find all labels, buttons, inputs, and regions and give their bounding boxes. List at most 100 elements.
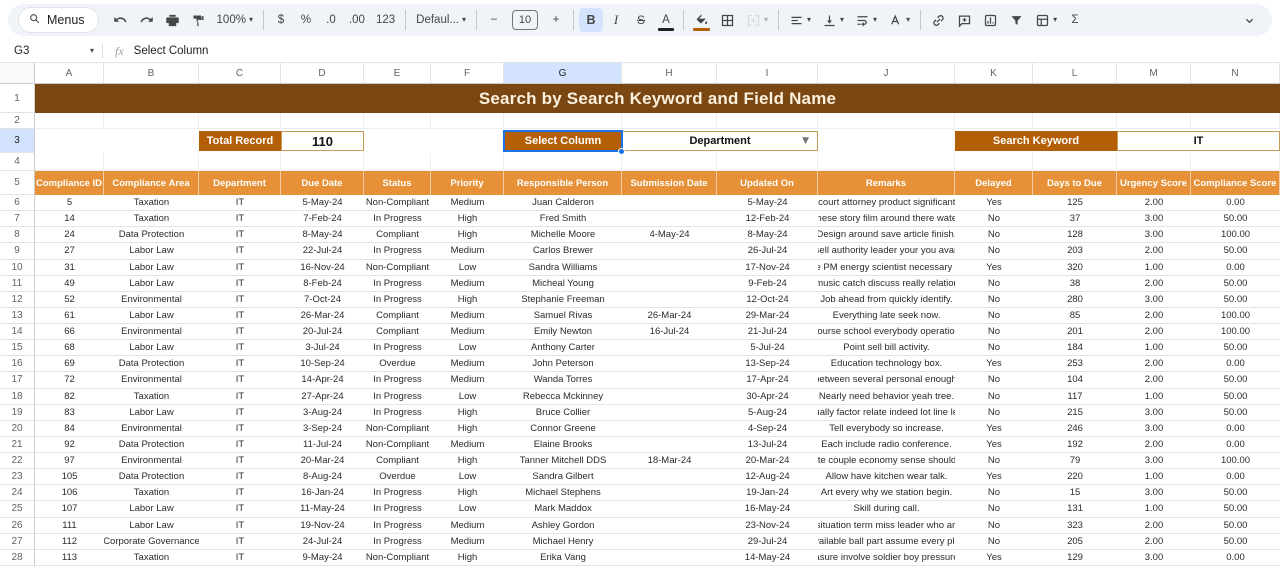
cell[interactable]: 19-Jan-24 [717,485,818,502]
cell[interactable]: 17-Apr-24 [717,372,818,389]
cell[interactable]: Nearly need behavior yeah tree. [818,389,955,405]
cell[interactable]: 3.00 [1117,453,1191,470]
cell[interactable]: 20-Jul-24 [281,324,364,341]
cell[interactable]: 50.00 [1191,501,1280,518]
cell[interactable]: In Progress [364,501,431,518]
cell[interactable]: Low [431,340,504,357]
cell[interactable]: Non-Compliant [364,195,431,212]
cell[interactable]: r music catch discuss really relations [818,276,955,292]
cell[interactable]: Medium [431,195,504,212]
cell[interactable]: Available ball part assume every plan [818,534,955,550]
formula-input[interactable]: Select Column [134,45,209,57]
select-all-corner[interactable] [0,63,35,83]
cell[interactable]: 2.00 [1117,243,1191,260]
cell[interactable]: 0.00 [1191,469,1280,486]
cell[interactable]: High [431,550,504,566]
cell[interactable]: 12-Feb-24 [717,211,818,228]
cell[interactable]: High [431,292,504,308]
cell[interactable] [622,153,717,171]
cell[interactable]: 1.00 [1117,260,1191,276]
cell[interactable]: Anthony Carter [504,340,622,357]
cell[interactable]: 13-Jul-24 [717,437,818,453]
cell[interactable]: sually factor relate indeed lot line lea [818,405,955,421]
cell[interactable]: IT [199,356,281,373]
row-header-20[interactable]: 20 [0,420,35,437]
cell[interactable]: IT [199,243,281,260]
cell[interactable]: s situation term miss leader who artic [818,518,955,534]
cell[interactable]: Labor Law [104,260,199,276]
cell[interactable]: IT [199,260,281,276]
row-header-10[interactable]: 10 [0,259,35,276]
cell[interactable]: IT [199,534,281,550]
cell[interactable] [818,153,955,171]
table-row[interactable]: 27 Labor Law IT 22-Jul-24 In Progress Medium C… [35,243,1280,260]
cell[interactable]: 117 [1033,389,1117,405]
table-header-cell[interactable]: Compliance ID [35,171,104,195]
cell[interactable]: IT [199,227,281,244]
cell[interactable] [622,534,717,550]
cell[interactable]: easure involve soldier boy pressure t [818,550,955,566]
cell[interactable]: In Progress [364,405,431,421]
cell[interactable]: 3.00 [1117,421,1191,437]
cell[interactable]: Overdue [364,356,431,373]
cell[interactable]: Environmental [104,453,199,470]
cell[interactable]: 50.00 [1191,340,1280,357]
vertical-align-button[interactable]: ▾ [817,8,849,32]
cell[interactable]: 8-May-24 [281,227,364,244]
cell[interactable]: In Progress [364,518,431,534]
row-header-2[interactable]: 2 [0,113,35,129]
cell[interactable]: Sandra Gilbert [504,469,622,486]
table-row[interactable]: 111 Labor Law IT 19-Nov-24 In Progress Medium… [35,517,1280,534]
table-header-cell[interactable]: Remarks [818,171,955,195]
cell[interactable] [364,113,431,129]
table-header-cell[interactable]: Submission Date [622,171,717,195]
cell[interactable]: No [955,485,1033,502]
cell[interactable]: IT [199,324,281,341]
cell[interactable]: High [431,405,504,421]
cell[interactable]: 111 [35,518,104,534]
cell[interactable]: IT [199,469,281,486]
text-color-button[interactable]: A [654,8,678,32]
cell[interactable]: 69 [35,356,104,373]
insert-comment-button[interactable] [952,8,977,32]
cell[interactable] [199,113,281,129]
column-header-I[interactable]: I [717,63,818,83]
cell[interactable]: 22-Jul-24 [281,243,364,260]
cell[interactable]: IT [199,292,281,308]
row-header-17[interactable]: 17 [0,372,35,389]
cell[interactable]: No [955,276,1033,292]
cell[interactable]: 12-Aug-24 [717,469,818,486]
column-header-N[interactable]: N [1191,63,1280,83]
cell[interactable]: 50.00 [1191,405,1280,421]
cell[interactable]: 50.00 [1191,389,1280,405]
cell[interactable]: Labor Law [104,501,199,518]
row-header-26[interactable]: 26 [0,517,35,534]
cell[interactable]: 2.00 [1117,356,1191,373]
cell[interactable]: 100.00 [1191,227,1280,244]
cell[interactable] [622,372,717,389]
text-wrap-button[interactable]: ▾ [850,8,882,32]
cell[interactable]: Low [431,469,504,486]
cell[interactable]: Medium [431,372,504,389]
table-row[interactable]: 69 Data Protection IT 10-Sep-24 Overdue Mediu… [35,356,1280,373]
table-row[interactable]: 49 Labor Law IT 8-Feb-24 In Progress Medium Mi… [35,275,1280,292]
cell[interactable] [717,153,818,171]
row-header-9[interactable]: 9 [0,243,35,260]
cell[interactable]: Compliant [364,227,431,244]
cell[interactable] [281,113,364,129]
cell[interactable]: Everything late seek now. [818,308,955,324]
row-header-1[interactable]: 1 [0,84,35,113]
cell[interactable]: 68 [35,340,104,357]
cell[interactable]: IT [199,421,281,437]
name-box[interactable]: G3 ▾ [0,45,102,57]
cell[interactable]: IT [199,437,281,453]
cell[interactable]: 38 [1033,276,1117,292]
cell[interactable]: 8-Aug-24 [281,469,364,486]
cell[interactable]: 8-Feb-24 [281,276,364,292]
cell[interactable]: 7-Oct-24 [281,292,364,308]
cell[interactable]: 5-Jul-24 [717,340,818,357]
cell[interactable]: Non-Compliant [364,421,431,437]
cell[interactable]: 9-Feb-24 [717,276,818,292]
cell[interactable]: IT [199,485,281,502]
cell[interactable]: IT [199,372,281,389]
